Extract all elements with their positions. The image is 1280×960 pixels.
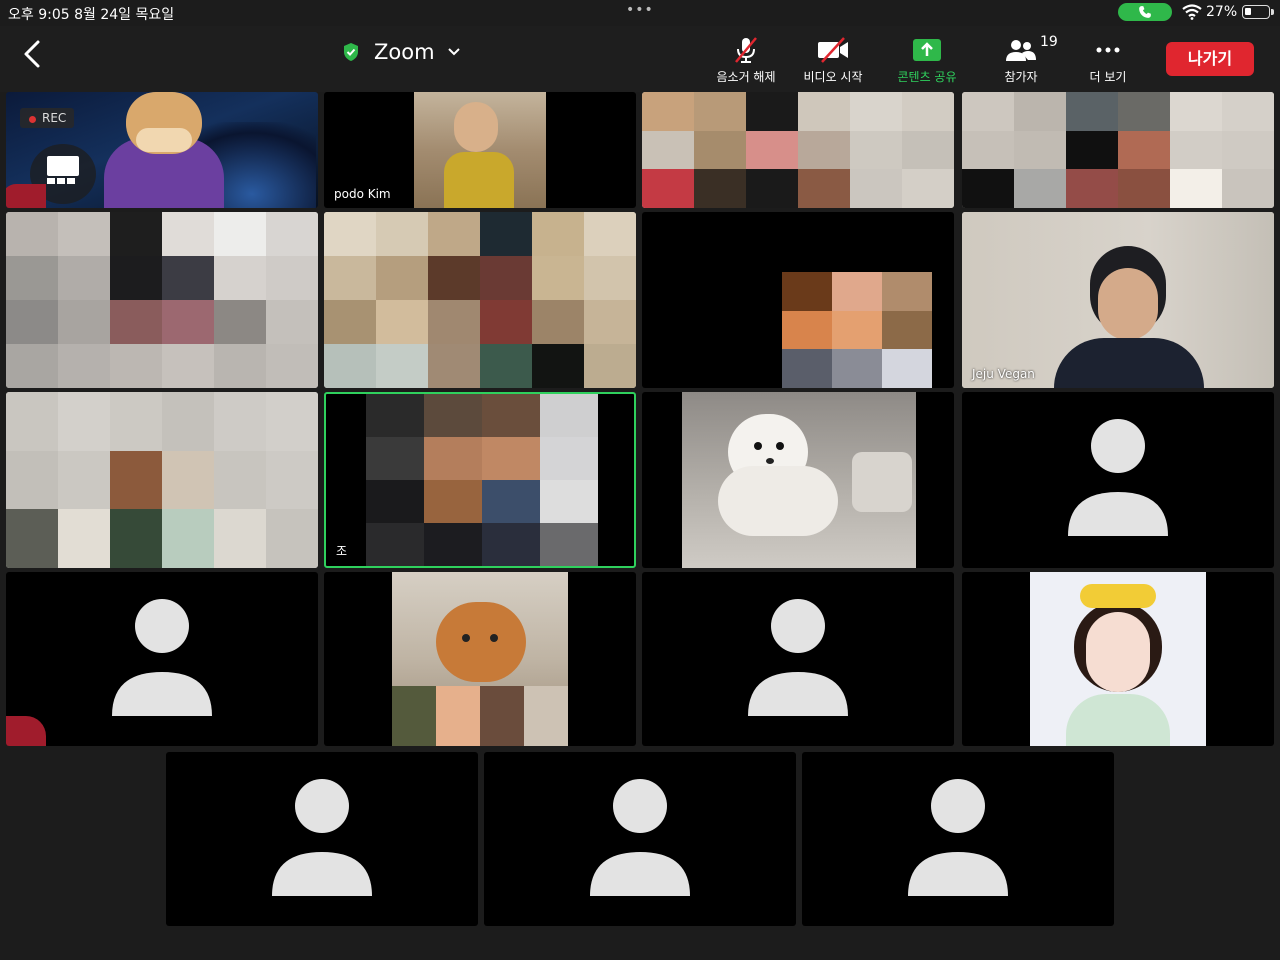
wifi-icon	[1182, 4, 1202, 20]
start-video-button[interactable]: 비디오 시작	[791, 34, 875, 85]
share-screen-icon	[913, 39, 941, 61]
multitasking-dots-icon[interactable]: •••	[626, 2, 654, 18]
video-off-icon	[818, 37, 848, 63]
video-tile[interactable]: podo Kim	[324, 92, 636, 208]
video-tile[interactable]	[324, 212, 636, 388]
unmute-button[interactable]: 음소거 해제	[704, 34, 788, 85]
video-tile[interactable]	[642, 572, 954, 746]
video-tile[interactable]	[642, 92, 954, 208]
rec-badge: REC	[20, 108, 75, 128]
participants-icon	[1006, 40, 1036, 61]
participant-name: 조	[336, 544, 348, 558]
status-bar: 오후 9:05 8월 24일 목요일 ••• 27%	[0, 0, 1280, 26]
video-tile[interactable]	[962, 572, 1274, 746]
share-label: 콘텐츠 공유	[897, 70, 957, 84]
video-tile[interactable]	[484, 752, 796, 926]
default-avatar-icon	[272, 779, 372, 896]
video-tile[interactable]	[6, 392, 318, 568]
more-icon	[1096, 47, 1120, 53]
video-tile[interactable]	[6, 572, 318, 746]
participant-count: 19	[1040, 34, 1058, 50]
battery-percent: 27%	[1206, 4, 1238, 20]
status-time: 오후 9:05 8월 24일 목요일	[8, 7, 175, 23]
meeting-title-text: Zoom	[374, 40, 435, 64]
leave-button[interactable]: 나가기	[1166, 42, 1254, 76]
back-arrow-icon[interactable]	[18, 38, 46, 70]
video-tile[interactable]	[642, 212, 954, 388]
video-tile[interactable]	[324, 572, 636, 746]
default-avatar-icon	[1068, 419, 1168, 536]
battery-icon	[1242, 5, 1270, 19]
default-avatar-icon	[590, 779, 690, 896]
video-tile[interactable]	[802, 752, 1114, 926]
participant-name: podo Kim	[334, 187, 391, 201]
more-button[interactable]: 더 보기	[1066, 34, 1150, 85]
start-video-label: 비디오 시작	[803, 70, 863, 84]
video-tile[interactable]	[962, 92, 1274, 208]
call-indicator-icon[interactable]	[1118, 3, 1172, 21]
share-content-button[interactable]: 콘텐츠 공유	[885, 34, 969, 85]
participants-label: 참가자	[1004, 70, 1038, 84]
default-avatar-icon	[112, 599, 212, 716]
meeting-toolbar: Zoom 음소거 해제 비디오 시작 콘텐츠 공유 참가자 19 더 보기 나가…	[0, 26, 1280, 92]
default-avatar-icon	[908, 779, 1008, 896]
video-tile[interactable]	[642, 392, 954, 568]
default-avatar-icon	[748, 599, 848, 716]
video-tile[interactable]	[6, 212, 318, 388]
video-tile[interactable]	[166, 752, 478, 926]
chevron-down-icon	[447, 48, 460, 56]
video-tile[interactable]	[962, 392, 1274, 568]
mic-muted-icon	[735, 37, 757, 63]
more-label: 더 보기	[1089, 70, 1127, 84]
meeting-title[interactable]: Zoom	[342, 40, 461, 64]
shield-check-icon	[344, 43, 358, 61]
unmute-label: 음소거 해제	[716, 70, 776, 84]
video-tile[interactable]: REC	[6, 92, 318, 208]
active-speaker-tile[interactable]: 조	[324, 392, 636, 568]
video-tile[interactable]: Jeju Vegan	[962, 212, 1274, 388]
participant-name: Jeju Vegan	[972, 367, 1035, 381]
